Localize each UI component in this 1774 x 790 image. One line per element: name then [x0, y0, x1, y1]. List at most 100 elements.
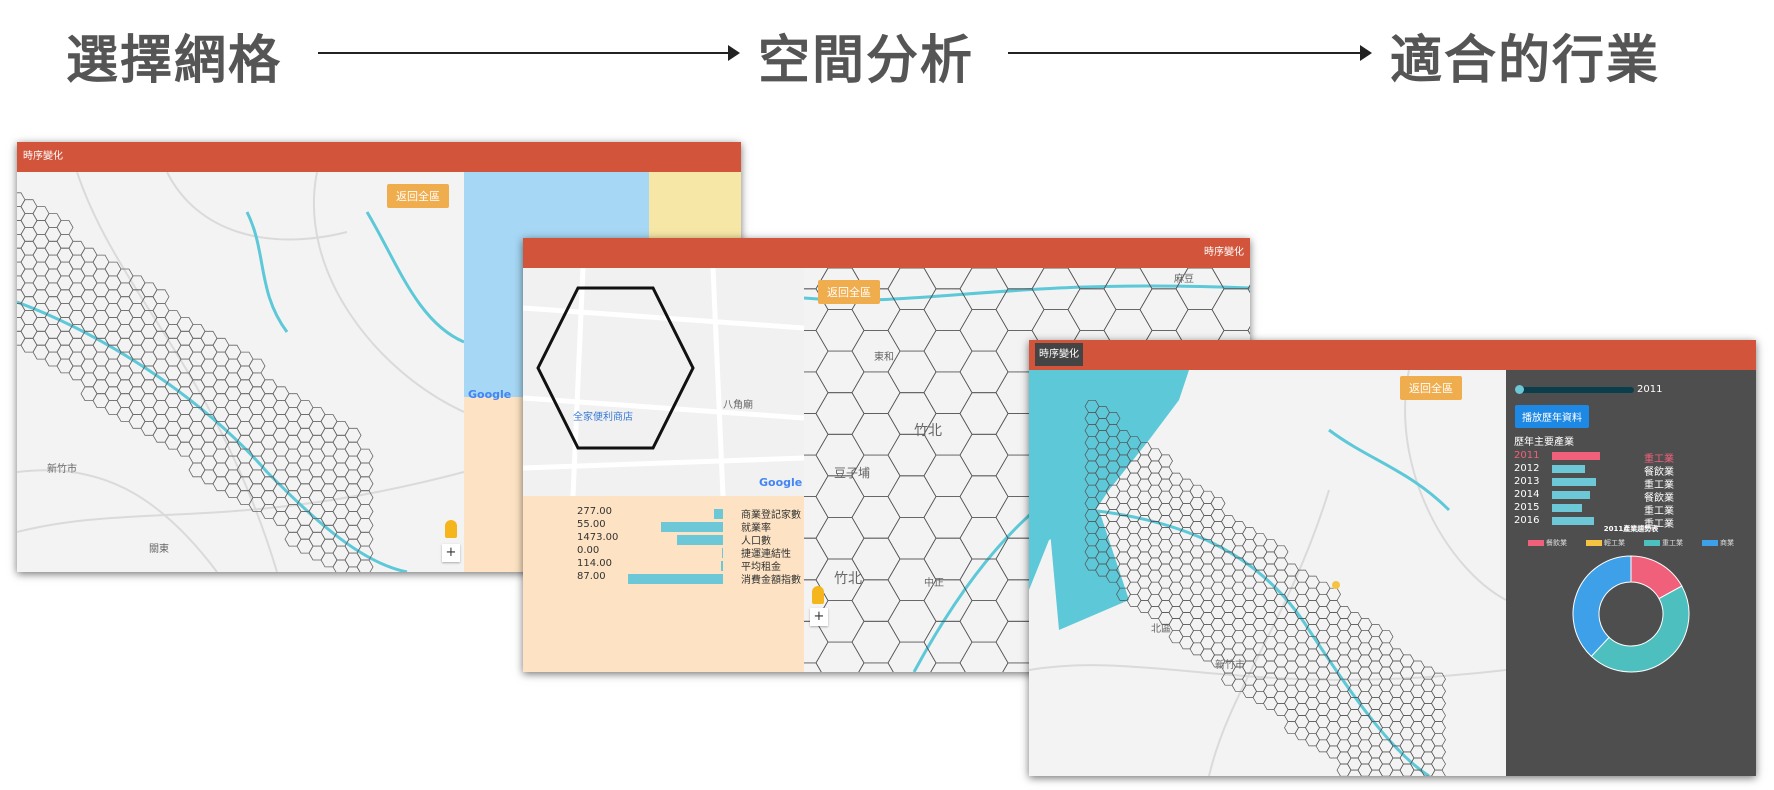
grid-cell[interactable]	[17, 261, 26, 277]
grid-cell[interactable]	[17, 192, 26, 207]
grid-cell[interactable]	[804, 537, 829, 581]
grid-cell[interactable]	[959, 350, 1009, 394]
grid-cell[interactable]	[804, 330, 829, 373]
map-view[interactable]: 返回全區 新竹市 北區	[1029, 370, 1506, 776]
grid-cell[interactable]	[887, 516, 937, 560]
grid-cell[interactable]	[344, 427, 362, 443]
zoom-in-button[interactable]: +	[810, 608, 828, 626]
grid-cell[interactable]	[356, 559, 374, 572]
grid-cell[interactable]	[1326, 587, 1341, 601]
grid-cell[interactable]	[17, 234, 26, 249]
grid-cell[interactable]	[887, 475, 937, 518]
grid-cell[interactable]	[959, 475, 1009, 518]
grid-cell[interactable]	[332, 559, 350, 572]
grid-cell[interactable]	[1431, 733, 1446, 747]
grid-cell[interactable]	[815, 475, 865, 518]
grid-cell[interactable]	[1431, 757, 1446, 771]
return-all-button[interactable]: 返回全區	[387, 184, 449, 208]
grid-cell[interactable]	[17, 247, 26, 263]
grid-cell[interactable]	[804, 662, 828, 672]
grid-cell[interactable]	[959, 309, 1009, 352]
grid-cell[interactable]	[356, 531, 374, 547]
year-slider-knob[interactable]	[1515, 385, 1524, 394]
year-row[interactable]: 2013 重工業	[1514, 476, 1748, 491]
legend-item[interactable]: 輕工業	[1586, 538, 1625, 548]
grid-cell[interactable]	[923, 371, 973, 414]
grid-cell[interactable]	[887, 268, 937, 310]
year-row[interactable]: 2011 重工業	[1514, 450, 1748, 465]
grid-cell[interactable]	[959, 641, 1009, 672]
grid-cell[interactable]	[1431, 769, 1446, 776]
grid-cell[interactable]	[815, 350, 865, 394]
grid-cell[interactable]	[1431, 684, 1446, 698]
grid-cell[interactable]	[17, 206, 26, 221]
pegman-icon[interactable]	[812, 586, 824, 604]
grid-cell[interactable]	[923, 454, 973, 498]
grid-cell[interactable]	[1273, 545, 1289, 559]
grid-cell[interactable]	[923, 330, 973, 373]
zoom-in-button[interactable]: +	[442, 544, 460, 562]
grid-cell[interactable]	[959, 268, 1009, 310]
play-history-button[interactable]: 播放歷年資料	[1515, 405, 1589, 428]
grid-cell[interactable]	[17, 220, 26, 235]
grid-cell[interactable]	[56, 220, 74, 235]
grid-cell[interactable]	[1210, 496, 1226, 510]
grid-cell[interactable]	[356, 517, 374, 533]
legend-item[interactable]: 餐飲業	[1528, 538, 1567, 548]
grid-cell[interactable]	[17, 330, 26, 346]
grid-cell[interactable]	[1431, 697, 1446, 710]
year-slider[interactable]	[1516, 387, 1634, 393]
grid-cell[interactable]	[887, 433, 937, 477]
year-row[interactable]: 2014 餐飲業	[1514, 489, 1748, 504]
return-all-button[interactable]: 返回全區	[1400, 376, 1462, 400]
grid-cell[interactable]	[1211, 288, 1250, 331]
grid-cell[interactable]	[959, 600, 1009, 643]
grid-cell[interactable]	[887, 309, 937, 352]
grid-cell[interactable]	[356, 462, 374, 478]
year-row[interactable]: 2015 重工業	[1514, 502, 1748, 517]
grid-cell[interactable]	[804, 371, 829, 414]
grid-cell[interactable]	[887, 350, 937, 394]
grid-cell[interactable]	[995, 288, 1045, 331]
grid-cell[interactable]	[923, 268, 973, 290]
grid-cell[interactable]	[17, 317, 26, 332]
grid-cell[interactable]	[356, 504, 374, 519]
grid-cell[interactable]	[851, 620, 901, 664]
return-all-button[interactable]: 返回全區	[818, 280, 880, 304]
grid-cell[interactable]	[1158, 454, 1173, 468]
donut-slice[interactable]	[1572, 555, 1632, 657]
grid-cell[interactable]	[995, 268, 1045, 290]
zoomed-map[interactable]: 全家便利商店 八角廟 Google	[523, 268, 804, 496]
legend-item[interactable]: 商業	[1702, 538, 1734, 548]
grid-cell[interactable]	[248, 358, 266, 374]
grid-cell[interactable]	[356, 448, 374, 464]
grid-cell[interactable]	[923, 496, 973, 539]
year-row[interactable]: 2012 餐飲業	[1514, 463, 1748, 478]
grid-cell[interactable]	[851, 371, 901, 414]
grid-cell[interactable]	[804, 454, 829, 498]
grid-cell[interactable]	[959, 392, 1009, 435]
grid-cell[interactable]	[1103, 268, 1153, 310]
grid-cell[interactable]	[851, 496, 901, 539]
grid-cell[interactable]	[887, 600, 937, 643]
donut-slice[interactable]	[1590, 585, 1690, 673]
grid-cell[interactable]	[17, 275, 26, 291]
grid-cell[interactable]	[1431, 745, 1446, 759]
grid-cell[interactable]	[356, 490, 374, 506]
grid-cell[interactable]	[959, 433, 1009, 477]
grid-cell[interactable]	[1139, 288, 1189, 331]
grid-cell[interactable]	[851, 413, 901, 456]
pegman-icon[interactable]	[445, 520, 457, 538]
grid-cell[interactable]	[1431, 721, 1446, 735]
grid-cell[interactable]	[152, 289, 170, 305]
grid-cell[interactable]	[1378, 630, 1394, 644]
grid-cell[interactable]	[1067, 288, 1117, 331]
grid-cell[interactable]	[356, 476, 374, 492]
grid-cell[interactable]	[804, 413, 829, 456]
grid-cell[interactable]	[804, 496, 829, 539]
grid-cell[interactable]	[1431, 672, 1446, 686]
grid-cell[interactable]	[815, 516, 865, 560]
grid-cell[interactable]	[815, 392, 865, 435]
grid-cell[interactable]	[815, 309, 865, 352]
map-view[interactable]: 返回全區 新竹市 關東 +	[17, 172, 464, 572]
